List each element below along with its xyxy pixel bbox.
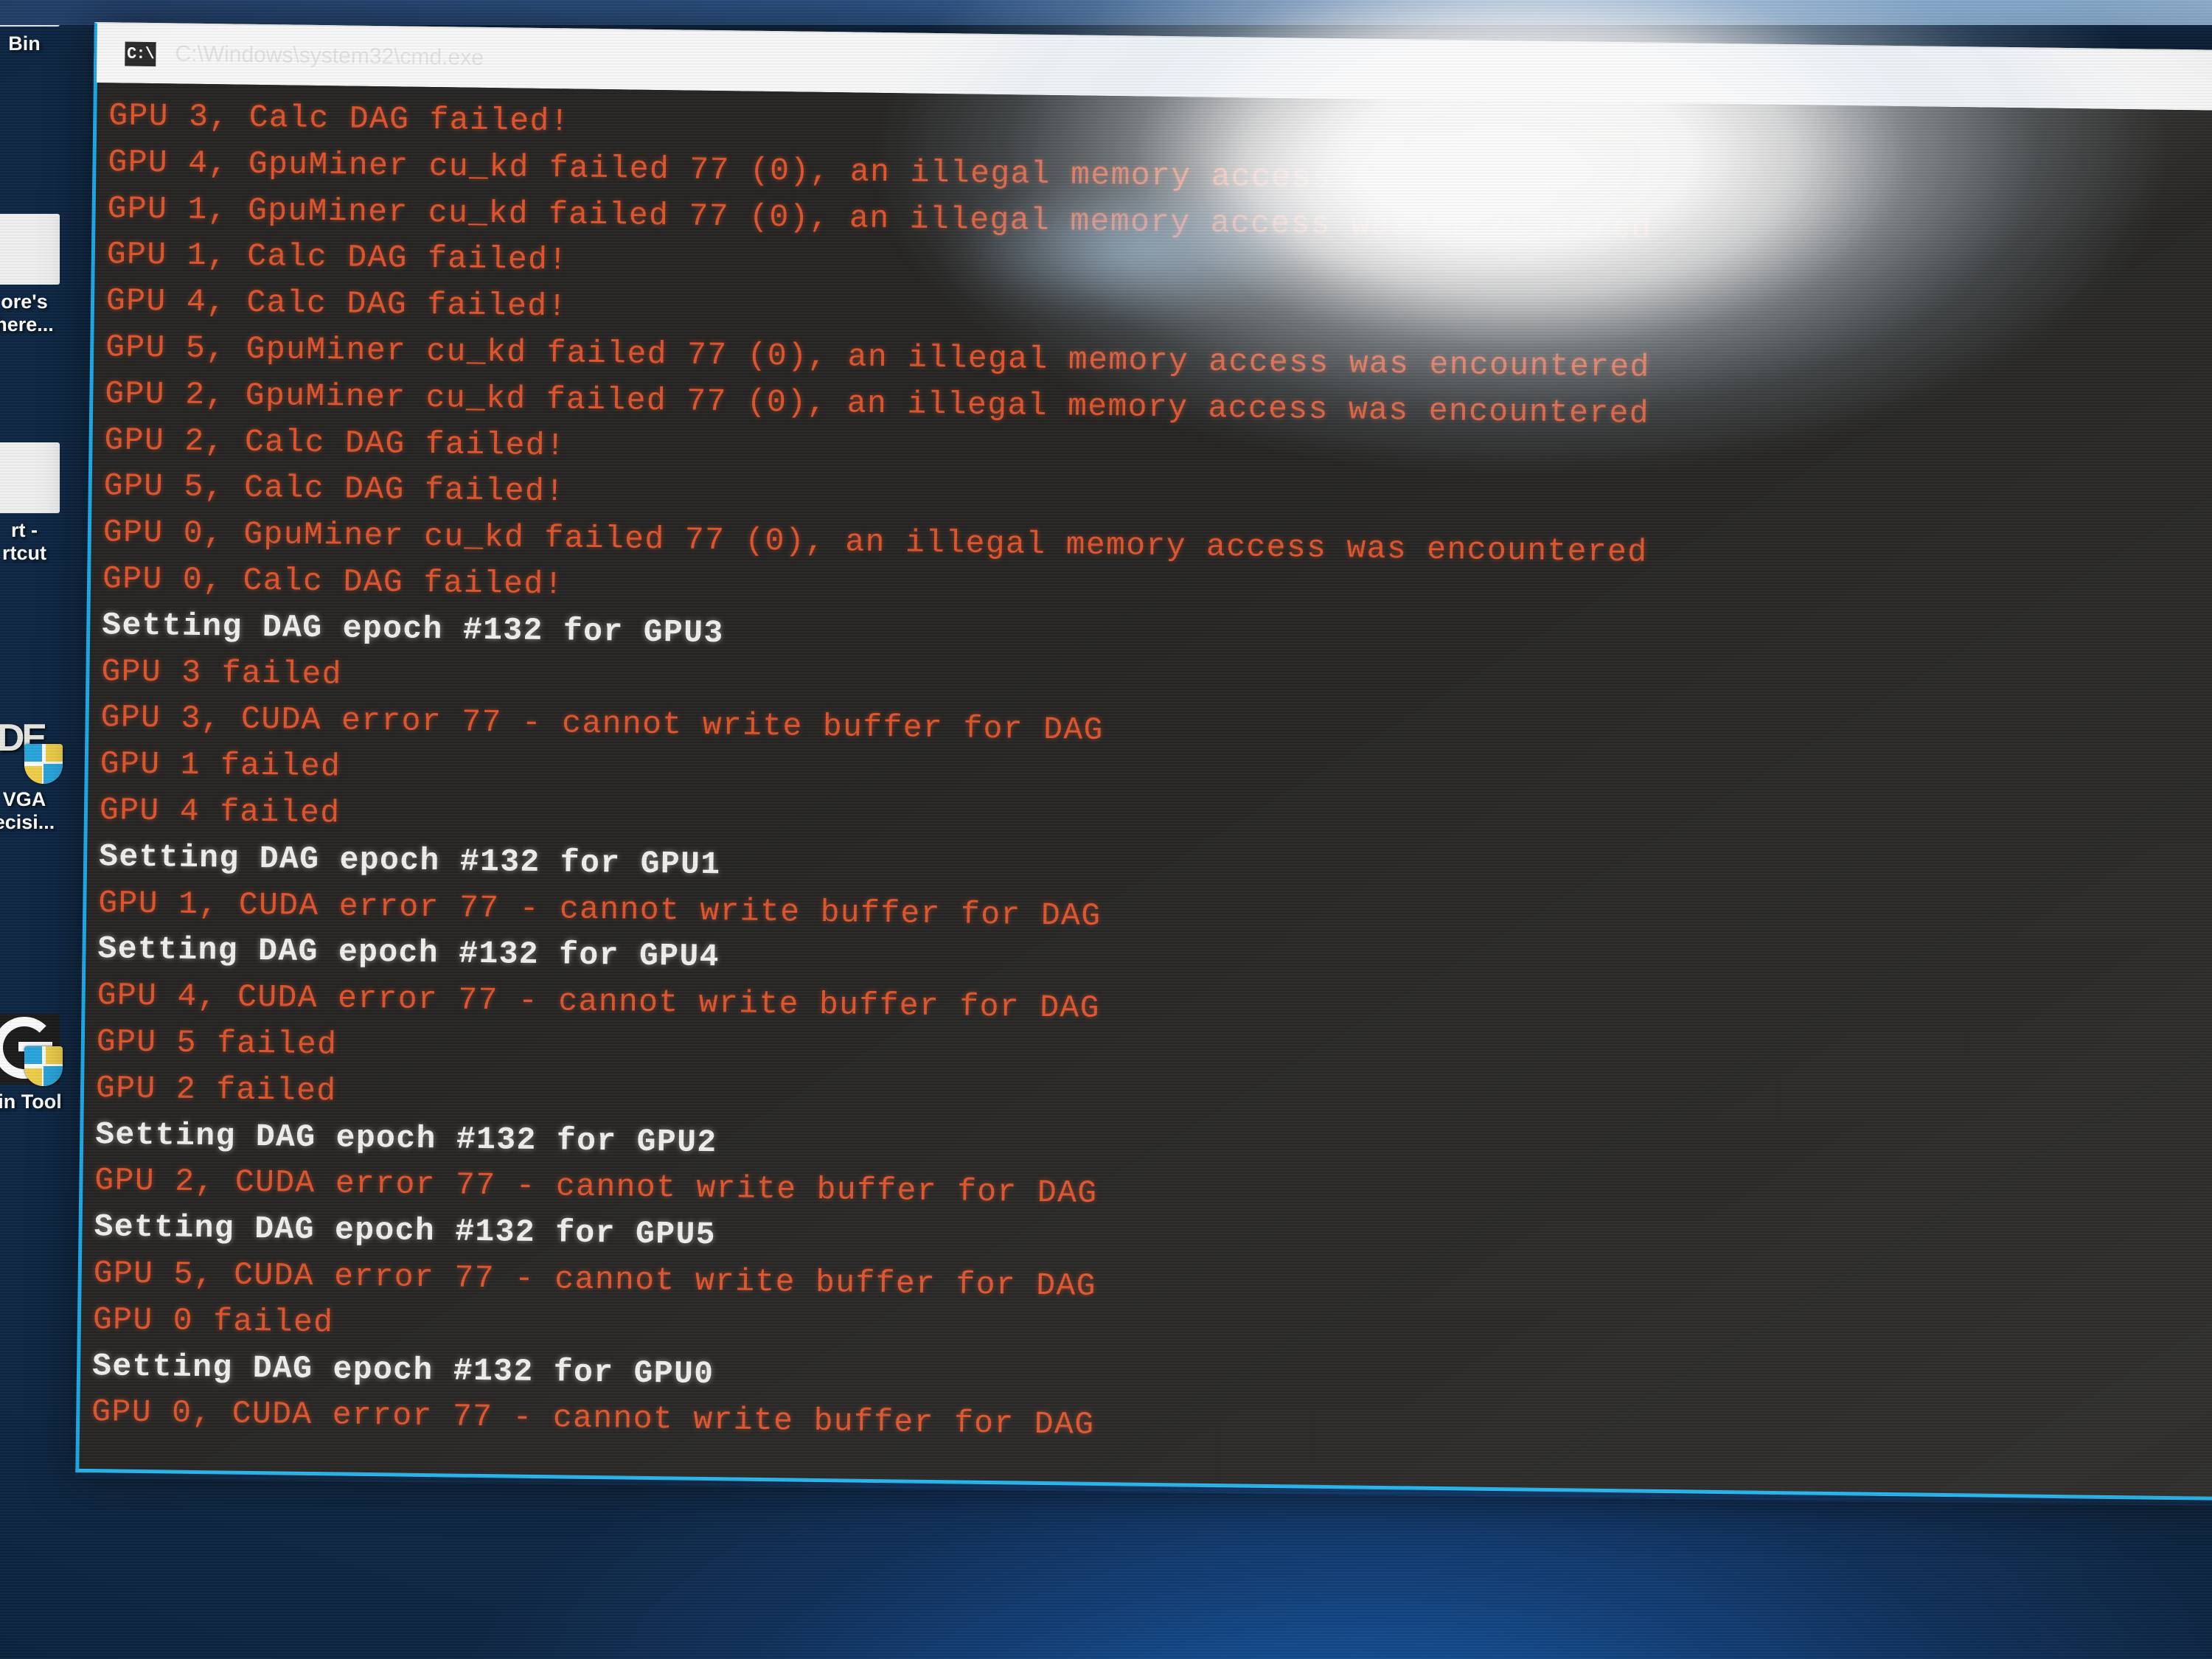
desktop-icon-label: ore's here... — [0, 291, 54, 336]
desktop-top-edge — [0, 0, 2212, 25]
desktop-icon-label: Bin — [8, 32, 41, 55]
desktop-icon-text-note[interactable]: ore's here... — [0, 214, 94, 337]
cmd-window[interactable]: C:\ C:\Windows\system32\cmd.exe GPU 3, C… — [75, 22, 2212, 1507]
skin-tool-icon — [0, 1014, 63, 1086]
cmd-window-icon: C:\ — [125, 41, 156, 66]
text-note-icon — [0, 214, 60, 285]
console-output-area[interactable]: GPU 3, Calc DAG failed! GPU 4, GpuMiner c… — [75, 82, 2212, 1501]
desktop-icon-start-shortcut[interactable]: rt - rtcut — [0, 442, 94, 566]
desktop-icon-label: rt - rtcut — [2, 519, 46, 565]
cmd-window-title: C:\Windows\system32\cmd.exe — [175, 41, 484, 70]
desktop-background: Bin ore's here... rt - rtcut DE VGA ecis… — [0, 0, 2212, 1659]
uac-shield-icon — [24, 744, 63, 784]
desktop-icon-label: VGA ecisi... — [0, 788, 55, 834]
uac-shield-icon — [24, 1046, 63, 1086]
desktop-icon-amd-vga-driver[interactable]: DE VGA ecisi... — [0, 712, 94, 835]
start-shortcut-icon — [0, 442, 60, 513]
amd-vga-driver-icon: DE — [0, 712, 63, 784]
